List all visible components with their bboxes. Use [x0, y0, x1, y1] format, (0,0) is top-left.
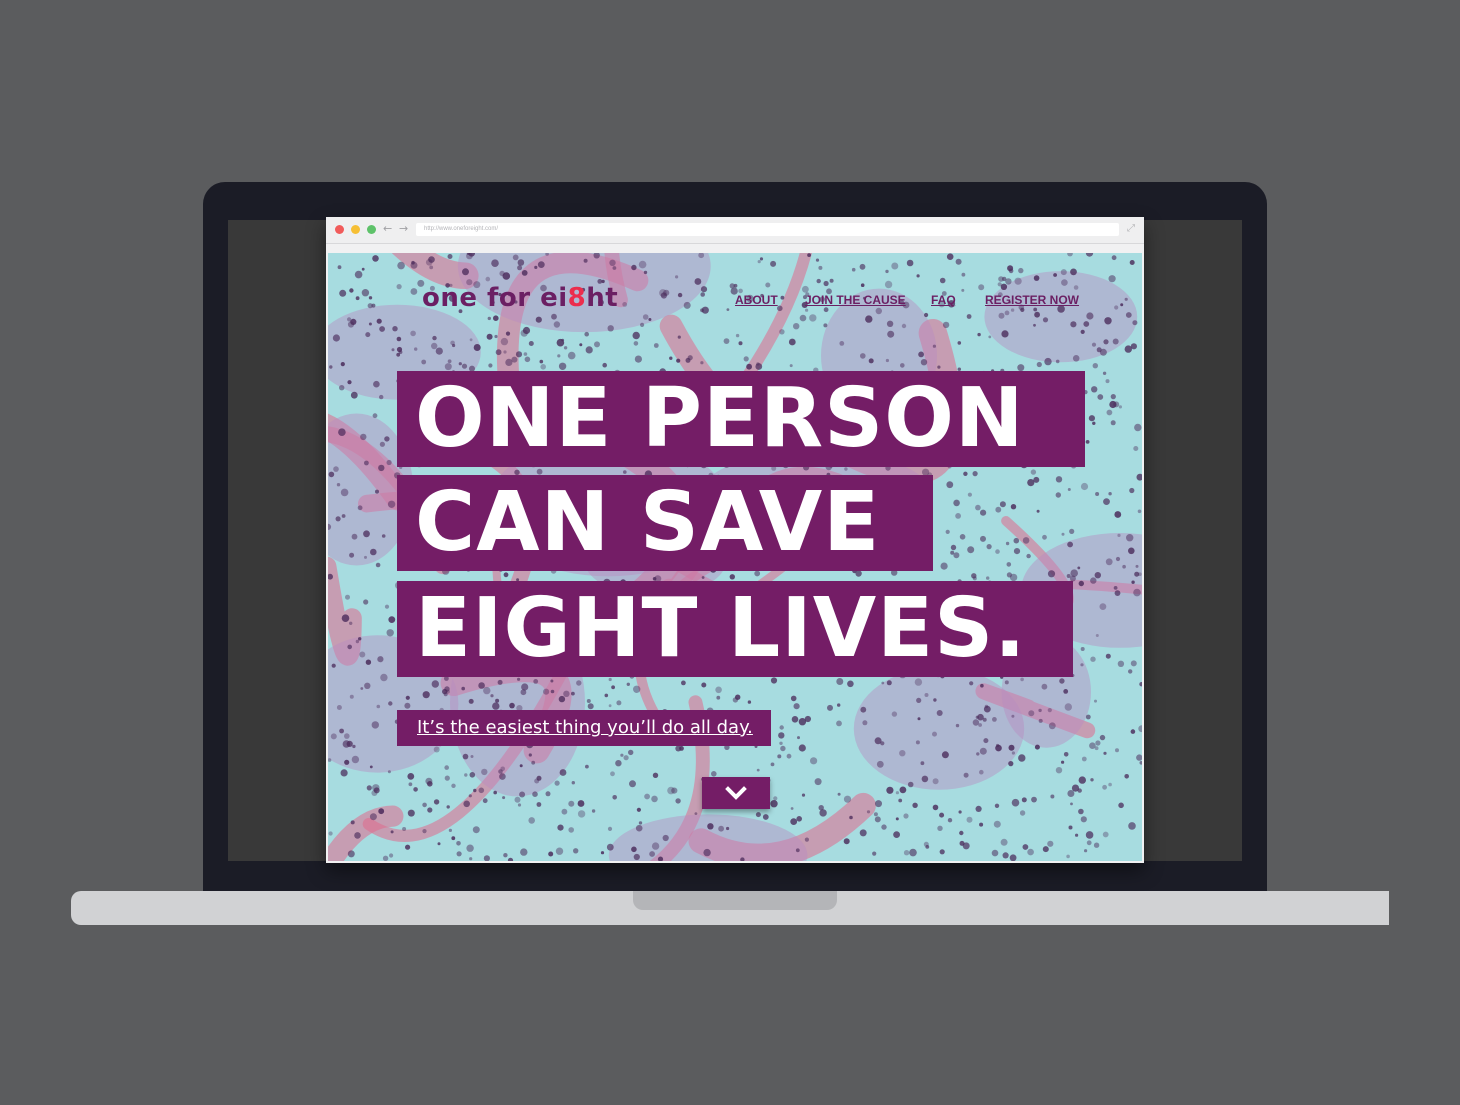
site-logo[interactable]: one for ei8ht — [422, 283, 618, 313]
fullscreen-icon[interactable]: ⤢ — [1127, 223, 1135, 235]
back-arrow-icon[interactable]: ← — [383, 222, 392, 236]
url-bar[interactable]: http://www.oneforeight.com/ — [416, 223, 1119, 236]
headline-line-1: ONE PERSON — [397, 371, 1085, 467]
tagline-box: It’s the easiest thing you’ll do all day… — [397, 710, 771, 746]
forward-arrow-icon[interactable]: → — [399, 222, 408, 236]
logo-eight-mark: 8 — [567, 283, 587, 313]
minimize-window-button[interactable] — [351, 225, 360, 234]
close-window-button[interactable] — [335, 225, 344, 234]
browser-toolbar: ← → http://www.oneforeight.com/ ⤢ — [326, 217, 1144, 244]
nav-link-join-the-cause[interactable]: JOIN THE CAUSE — [805, 293, 906, 307]
tagline-link[interactable]: It’s the easiest thing you’ll do all day… — [417, 717, 753, 738]
logo-text-end: ht — [586, 283, 619, 313]
nav-link-about[interactable]: ABOUT — [735, 293, 778, 307]
maximize-window-button[interactable] — [367, 225, 376, 234]
browser-window: ← → http://www.oneforeight.com/ ⤢ one fo… — [326, 217, 1144, 863]
nav-link-faq[interactable]: FAQ — [931, 293, 956, 307]
laptop-notch — [633, 891, 837, 910]
headline-line-3: EIGHT LIVES. — [397, 581, 1073, 677]
headline-line-2: CAN SAVE — [397, 475, 933, 571]
logo-text-start: one for ei — [422, 283, 568, 313]
nav-link-register-now[interactable]: REGISTER NOW — [985, 293, 1079, 307]
scroll-down-button[interactable] — [702, 777, 770, 809]
chevron-down-icon — [725, 786, 747, 800]
page-viewport: one for ei8ht ABOUT JOIN THE CAUSE FAQ R… — [328, 253, 1142, 861]
